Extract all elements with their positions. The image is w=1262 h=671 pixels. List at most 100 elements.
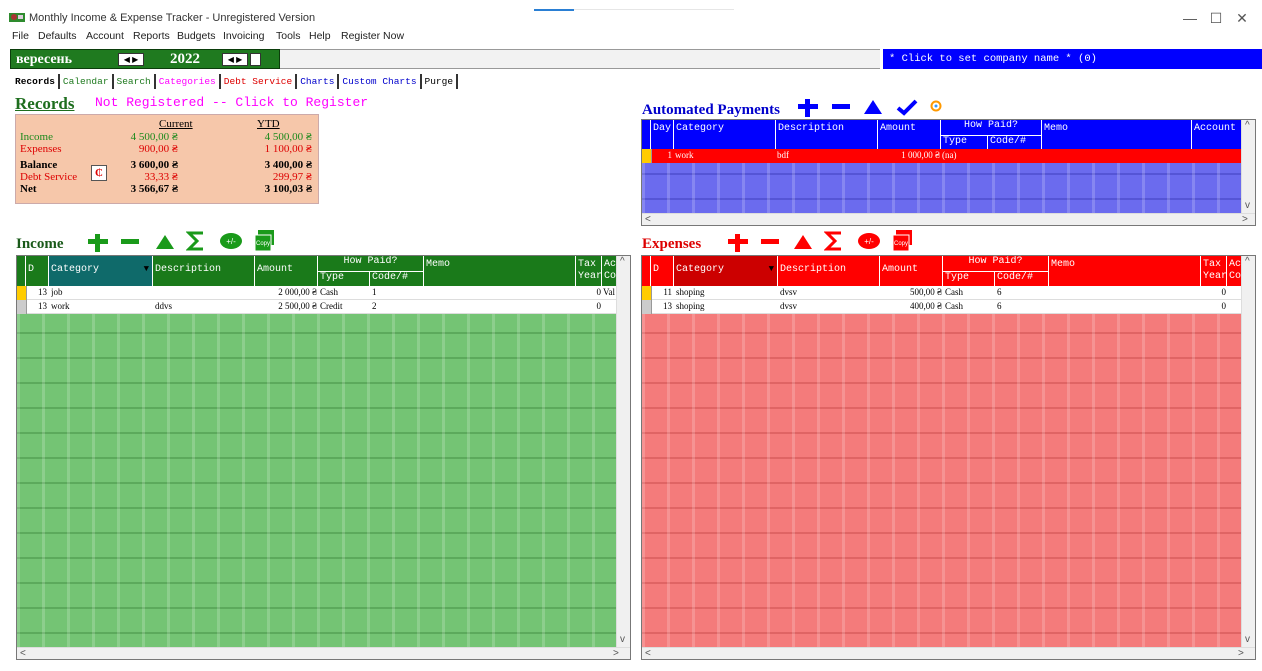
income-grid: D Category ▼ Description Amount How Paid?… (16, 255, 631, 660)
year-label: Year (578, 271, 603, 282)
tab-categories[interactable]: Categories (156, 74, 221, 89)
automated-vscroll[interactable]: ^ v (1241, 120, 1255, 213)
minimize-button[interactable]: — (1180, 8, 1200, 28)
tab-debt-service[interactable]: Debt Service (221, 74, 298, 89)
menu-tools[interactable]: Tools (276, 30, 301, 42)
sort-icon[interactable] (863, 98, 883, 118)
col-amount[interactable]: Amount (255, 256, 318, 286)
col-category-filter[interactable]: Category ▼ (49, 256, 153, 286)
col-d[interactable]: D (651, 256, 674, 286)
cell-tax: 0 (1221, 301, 1227, 311)
col-description[interactable]: Description (778, 256, 880, 286)
sum-expense-icon[interactable] (824, 230, 844, 252)
automated-grid-header: Day Category Description Amount How Paid… (642, 120, 1242, 150)
col-code[interactable]: Code/# (988, 135, 1042, 150)
expenses-hscroll[interactable]: < > (642, 647, 1255, 659)
tab-custom-charts[interactable]: Custom Charts (339, 74, 422, 89)
debt-current: 33,33 ₴ (144, 171, 178, 183)
menu-invoicing[interactable]: Invoicing (223, 30, 264, 42)
col-amount[interactable]: Amount (880, 256, 943, 286)
income-row[interactable]: 13 work ddvs 2 500,00 ₴ Credit 2 0 (17, 300, 617, 314)
add-income-icon[interactable] (87, 233, 109, 253)
cell-type: Cash (945, 301, 963, 311)
col-type[interactable]: Type (941, 135, 988, 150)
close-button[interactable]: ✕ (1232, 8, 1252, 28)
col-memo[interactable]: Memo (1042, 120, 1192, 150)
balance-current: 3 600,00 ₴ (130, 159, 178, 171)
cell-category: shoping (676, 287, 705, 297)
cell-code: 6 (997, 301, 1002, 311)
copy-income-icon[interactable]: Copy (254, 230, 276, 252)
col-day[interactable]: Day (651, 120, 674, 150)
menu-account[interactable]: Account (86, 30, 124, 42)
col-d[interactable]: D (26, 256, 49, 286)
automated-row[interactable]: 1 work bdf 1 000,00 ₴ (na) (642, 149, 1242, 163)
copy-expense-icon[interactable]: Copy (892, 230, 914, 252)
check-icon[interactable] (896, 98, 918, 118)
ac-label: Ac (604, 259, 617, 270)
cell-d: 13 (663, 301, 672, 311)
col-tax-year[interactable]: Tax Year (576, 256, 602, 286)
col-account[interactable]: Account (1192, 120, 1242, 150)
calendar-icon[interactable] (250, 53, 261, 66)
col-type[interactable]: Type (318, 271, 370, 286)
income-vscroll[interactable]: ^ v (616, 256, 630, 647)
refresh-icon[interactable] (928, 98, 944, 114)
remove-income-icon[interactable] (120, 233, 140, 253)
sort-income-icon[interactable] (155, 233, 175, 253)
add-expense-icon[interactable] (727, 233, 749, 253)
debt-service-button[interactable]: ₵ (91, 165, 107, 181)
maximize-button[interactable]: ☐ (1206, 8, 1226, 28)
col-description[interactable]: Description (776, 120, 878, 150)
sort-expense-icon[interactable] (793, 233, 813, 253)
sum-income-icon[interactable] (186, 230, 206, 252)
cell-code: 2 (372, 301, 377, 311)
col-ac[interactable]: Ac Co (602, 256, 617, 286)
menu-defaults[interactable]: Defaults (38, 30, 77, 42)
income-row[interactable]: 13 job 2 000,00 ₴ Cash 1 0 Val (17, 286, 617, 300)
year-nav-arrows[interactable]: ◀ ▶ (222, 53, 248, 66)
adjust-expense-icon[interactable]: +/- (857, 232, 881, 250)
expense-row[interactable]: 11 shoping dvsv 500,00 ₴ Cash 6 0 (642, 286, 1242, 300)
income-label: Income (20, 131, 53, 143)
menu-reports[interactable]: Reports (133, 30, 170, 42)
col-category-filter[interactable]: Category ▼ (674, 256, 778, 286)
col-tax-year[interactable]: Tax Year (1201, 256, 1227, 286)
cell-amount: 1 000,00 ₴ (901, 150, 940, 160)
tab-search[interactable]: Search (114, 74, 156, 89)
cell-tax: 0 (596, 287, 602, 297)
row-selector-icon (642, 149, 652, 163)
cell-category: work (675, 150, 694, 160)
menu-help[interactable]: Help (309, 30, 331, 42)
expenses-vscroll[interactable]: ^ v (1241, 256, 1255, 647)
tab-purge[interactable]: Purge (422, 74, 459, 89)
col-code[interactable]: Code/# (370, 271, 424, 286)
col-amount[interactable]: Amount (878, 120, 941, 150)
tab-records[interactable]: Records (12, 74, 60, 89)
col-category[interactable]: Category (674, 120, 776, 150)
expense-row[interactable]: 13 shoping dvsv 400,00 ₴ Cash 6 0 (642, 300, 1242, 314)
tab-calendar[interactable]: Calendar (60, 74, 114, 89)
menu-budgets[interactable]: Budgets (177, 30, 216, 42)
adjust-income-icon[interactable]: +/- (219, 232, 243, 250)
col-type[interactable]: Type (943, 271, 995, 286)
col-memo[interactable]: Memo (424, 256, 576, 286)
company-name-field[interactable]: * Click to set company name * (0) (883, 49, 1262, 69)
menu-file[interactable]: File (12, 30, 29, 42)
remove-expense-icon[interactable] (760, 233, 780, 253)
col-memo[interactable]: Memo (1049, 256, 1201, 286)
month-nav-arrows[interactable]: ◀ ▶ (118, 53, 144, 66)
menu-register-now[interactable]: Register Now (341, 30, 404, 42)
col-description[interactable]: Description (153, 256, 255, 286)
cell-type: Cash (945, 287, 963, 297)
cell-amount: 500,00 ₴ (909, 287, 942, 297)
tab-charts[interactable]: Charts (297, 74, 340, 89)
automated-hscroll[interactable]: < > (642, 213, 1255, 225)
remove-icon[interactable] (831, 98, 851, 118)
income-hscroll[interactable]: < > (17, 647, 630, 659)
cell-description: ddvs (155, 301, 173, 311)
col-code[interactable]: Code/# (995, 271, 1049, 286)
add-icon[interactable] (797, 98, 819, 118)
register-link[interactable]: Not Registered -- Click to Register (95, 95, 368, 110)
col-ac[interactable]: Ac Co (1227, 256, 1242, 286)
